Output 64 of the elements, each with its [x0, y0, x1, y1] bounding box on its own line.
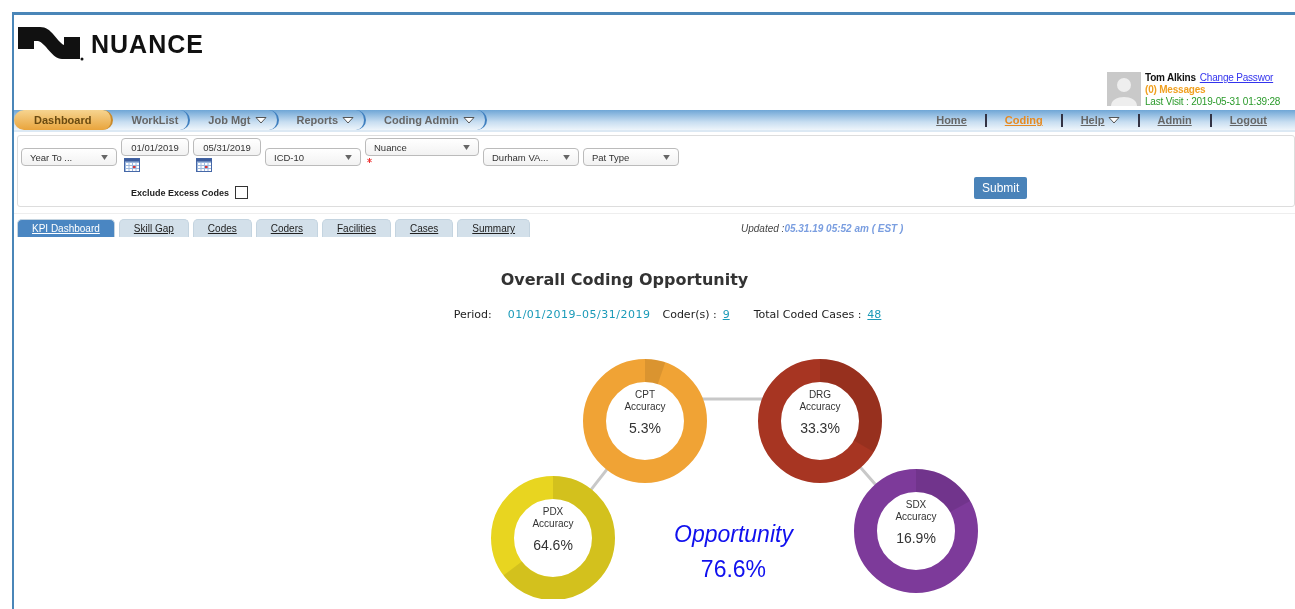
dropdown-arrow-icon — [345, 154, 352, 160]
section-title: Overall Coding Opportunity — [500, 270, 750, 289]
nav-tab[interactable]: Job Mgt — [190, 110, 279, 130]
tab[interactable]: Cases — [394, 219, 454, 237]
donut-name: SDX — [905, 499, 927, 511]
nav-link[interactable]: Admin — [1139, 114, 1210, 126]
calendar-icon[interactable] — [196, 158, 212, 172]
tab[interactable]: Skill Gap — [118, 219, 189, 237]
updated-label: Updated : — [741, 223, 785, 234]
tab[interactable]: Summary — [457, 219, 531, 237]
cases-label: Total Coded Cases : — [753, 308, 862, 321]
connector-line — [588, 467, 610, 492]
donut-value: 33.3% — [800, 420, 840, 436]
donut-label: Accuracy — [624, 401, 666, 413]
tab[interactable]: Codes — [192, 219, 252, 237]
coders-link[interactable]: 9 — [722, 308, 730, 321]
date-field[interactable]: 01/01/2019 — [121, 138, 189, 156]
checkbox[interactable] — [235, 186, 249, 199]
nav-link[interactable]: Logout — [1211, 114, 1285, 126]
nav-tab[interactable]: WorkList — [113, 110, 191, 130]
donut-label: Accuracy — [895, 511, 937, 523]
calendar-icon[interactable] — [124, 158, 140, 172]
opportunity-value: 76.6% — [700, 556, 767, 583]
donut-label: Accuracy — [799, 401, 841, 413]
donut-name: CPT — [635, 389, 655, 401]
nav-tab[interactable]: Coding Admin — [366, 110, 487, 130]
donut-name: DRG — [808, 389, 832, 401]
dropdown-arrow-icon — [463, 144, 470, 150]
logo-text: NUANCE — [91, 31, 204, 57]
date-field[interactable]: 05/31/2019 — [193, 138, 261, 156]
dropdown[interactable]: Nuance — [365, 138, 479, 156]
nav-tab[interactable]: Dashboard — [14, 110, 114, 130]
tab[interactable]: KPI Dashboard — [17, 219, 115, 237]
avatar-placeholder — [1107, 72, 1141, 106]
donut-label: Accuracy — [532, 518, 574, 530]
change-password-link[interactable]: Change Passwor — [1199, 72, 1274, 84]
nav-link[interactable]: Home — [918, 114, 985, 126]
nav-link[interactable]: Help — [1062, 114, 1138, 126]
updated-time: 05.31.19 05:52 am ( EST ) — [784, 223, 904, 234]
last-visit-text: Last Visit : 2019-05-31 01:39:28 — [1145, 96, 1282, 108]
connector-line — [858, 465, 878, 487]
period-value: 01/01/2019–05/31/2019 — [507, 308, 651, 321]
donut-value: 64.6% — [533, 537, 573, 553]
tab[interactable]: Coders — [255, 219, 318, 237]
opportunity-label: Opportunity — [674, 521, 793, 548]
nav-tab[interactable]: Reports — [278, 110, 367, 130]
dropdown-arrow-icon — [563, 154, 570, 160]
dropdown[interactable]: Pat Type — [583, 148, 679, 166]
tab[interactable]: Facilities — [322, 219, 391, 237]
dropdown[interactable]: Durham VA... — [483, 148, 579, 166]
user-name: Tom Alkins — [1145, 72, 1196, 84]
dropdown-arrow-icon — [663, 154, 670, 160]
dropdown[interactable]: ICD-10 — [265, 148, 361, 166]
cases-link[interactable]: 48 — [867, 308, 882, 321]
dropdown[interactable]: Year To ... — [21, 148, 117, 166]
donut-value: 5.3% — [629, 420, 661, 436]
coders-label: Coder(s) : — [662, 308, 717, 321]
submit-button[interactable]: Submit — [974, 177, 1028, 199]
checkbox-label: Exclude Excess Codes — [131, 187, 230, 198]
donut-value: 16.9% — [896, 530, 936, 546]
connector-line — [700, 397, 765, 401]
dropdown-arrow-icon — [101, 154, 108, 160]
period-label: Period: — [453, 308, 492, 321]
donut-name: PDX — [542, 506, 564, 518]
